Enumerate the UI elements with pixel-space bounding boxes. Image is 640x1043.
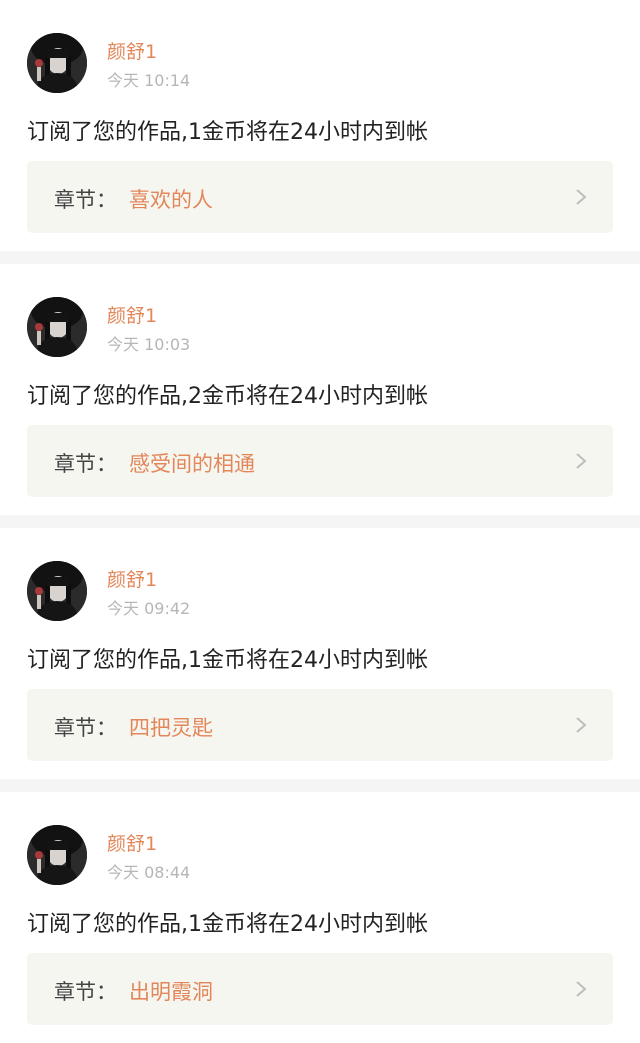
chapter-link[interactable]: 章节： 感受间的相通 [27,425,613,497]
chevron-right-icon [576,189,587,205]
username[interactable]: 颜舒1 [107,37,157,64]
divider [0,779,640,792]
chapter-label: 章节： [54,980,117,1004]
timestamp: 今天 09:42 [107,599,191,618]
notification-card: 颜舒1 今天 10:03 订阅了您的作品,2金币将在24小时内到帐 章节： 感受… [0,264,640,515]
username[interactable]: 颜舒1 [107,565,157,592]
notification-card: 颜舒1 今天 09:42 订阅了您的作品,1金币将在24小时内到帐 章节： 四把… [0,528,640,779]
notification-message: 订阅了您的作品,2金币将在24小时内到帐 [27,384,428,409]
chevron-right-icon [576,981,587,997]
timestamp: 今天 08:44 [107,863,191,882]
chapter-title: 感受间的相通 [129,452,255,476]
notification-message: 订阅了您的作品,1金币将在24小时内到帐 [27,120,428,145]
notification-card: 颜舒1 今天 08:44 订阅了您的作品,1金币将在24小时内到帐 章节： 出明… [0,792,640,1043]
avatar[interactable] [27,561,87,621]
chapter-link[interactable]: 章节： 出明霞洞 [27,953,613,1025]
chapter-link[interactable]: 章节： 喜欢的人 [27,161,613,233]
notification-feed: 颜舒1 今天 10:14 订阅了您的作品,1金币将在24小时内到帐 章节： 喜欢… [0,0,640,1043]
notification-message: 订阅了您的作品,1金币将在24小时内到帐 [27,648,428,673]
timestamp: 今天 10:03 [107,335,191,354]
chevron-right-icon [576,453,587,469]
notification-card: 颜舒1 今天 10:14 订阅了您的作品,1金币将在24小时内到帐 章节： 喜欢… [0,0,640,251]
timestamp: 今天 10:14 [107,71,191,90]
divider [0,251,640,264]
chapter-label: 章节： [54,716,117,740]
avatar[interactable] [27,33,87,93]
avatar[interactable] [27,825,87,885]
divider [0,515,640,528]
chapter-title: 出明霞洞 [129,980,213,1004]
chapter-link[interactable]: 章节： 四把灵匙 [27,689,613,761]
username[interactable]: 颜舒1 [107,301,157,328]
username[interactable]: 颜舒1 [107,829,157,856]
notification-message: 订阅了您的作品,1金币将在24小时内到帐 [27,912,428,937]
chevron-right-icon [576,717,587,733]
chapter-label: 章节： [54,452,117,476]
chapter-title: 喜欢的人 [129,188,213,212]
chapter-title: 四把灵匙 [129,716,213,740]
chapter-label: 章节： [54,188,117,212]
avatar[interactable] [27,297,87,357]
